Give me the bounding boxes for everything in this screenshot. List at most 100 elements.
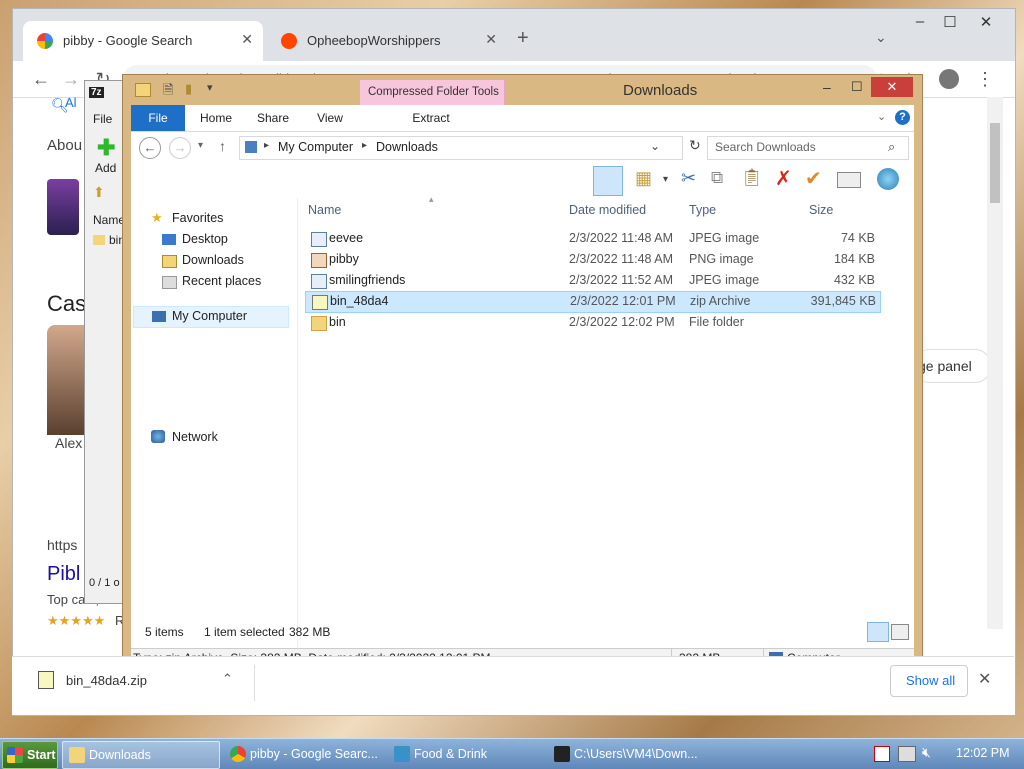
action-center-icon[interactable] bbox=[874, 746, 890, 762]
breadcrumb-my-computer[interactable]: My Computer bbox=[278, 140, 353, 154]
volume-muted-icon[interactable]: 🔇︎ bbox=[922, 744, 931, 761]
page-scrollbar[interactable] bbox=[987, 97, 1003, 629]
tab-search-icon[interactable]: ⌄ bbox=[875, 29, 887, 46]
start-button[interactable]: Start bbox=[2, 741, 58, 769]
sevenzip-col-name[interactable]: Name bbox=[93, 213, 125, 227]
maximize-icon[interactable]: ☐ bbox=[935, 13, 965, 35]
knowledge-panel-button[interactable]: ge panel bbox=[913, 349, 991, 383]
close-download-bar-icon[interactable]: ✕ bbox=[978, 669, 991, 689]
nav-my-computer[interactable]: My Computer bbox=[133, 306, 289, 328]
downloads-folder-icon bbox=[162, 255, 177, 268]
taskbar-item-downloads[interactable]: Downloads bbox=[62, 741, 220, 769]
up-folder-icon[interactable]: ⬆ bbox=[93, 184, 105, 201]
help-icon[interactable]: ? bbox=[895, 110, 910, 125]
sevenzip-file-menu[interactable]: File bbox=[93, 112, 112, 126]
tab-pibby-search[interactable]: pibby - Google Search ✕ bbox=[23, 21, 263, 61]
clock[interactable]: 12:02 PM bbox=[956, 746, 1010, 760]
organize-dropdown-icon[interactable]: ▾ bbox=[663, 174, 668, 185]
sevenzip-logo: 7z bbox=[89, 87, 104, 98]
download-chevron-up-icon[interactable]: ⌃ bbox=[222, 671, 233, 687]
tab-title: OpheebopWorshippers bbox=[307, 33, 441, 48]
column-header-size[interactable]: Size bbox=[809, 198, 833, 222]
forward-icon[interactable]: → bbox=[169, 137, 191, 159]
close-tab-icon[interactable]: ✕ bbox=[485, 31, 497, 48]
folder-options-icon[interactable]: ▦ bbox=[635, 168, 652, 189]
image-file-icon bbox=[311, 232, 327, 247]
search-box[interactable]: Search Downloads ⌕ bbox=[707, 136, 909, 160]
nav-recent-places[interactable]: Recent places bbox=[182, 274, 261, 288]
ribbon-tab-view[interactable]: View bbox=[305, 105, 355, 131]
explorer-titlebar[interactable]: 🗎 ▮ ▾ Compressed Folder Tools Downloads … bbox=[123, 75, 922, 107]
minimize-icon[interactable]: – bbox=[823, 79, 831, 95]
ribbon-tab-share[interactable]: Share bbox=[247, 105, 299, 131]
breadcrumb-downloads[interactable]: Downloads bbox=[376, 140, 438, 154]
close-window-icon[interactable]: ✕ bbox=[971, 13, 1001, 35]
taskbar-item-food-drink[interactable]: Food & Drink bbox=[388, 741, 544, 767]
taskbar-item-7zip[interactable]: C:\Users\VM4\Down... bbox=[548, 741, 704, 767]
network-globe-icon[interactable] bbox=[877, 168, 899, 190]
app-icon bbox=[394, 746, 410, 762]
search-icon[interactable]: ⌕ bbox=[888, 139, 895, 155]
file-row[interactable]: bin 2/3/2022 12:02 PM File folder bbox=[305, 313, 879, 333]
scrollbar-thumb[interactable] bbox=[990, 123, 1000, 203]
column-header-name[interactable]: Name bbox=[308, 198, 341, 222]
tab-reddit[interactable]: OpheebopWorshippers ✕ bbox=[267, 21, 507, 61]
properties-icon[interactable]: 🗎 bbox=[163, 81, 173, 103]
column-header-type[interactable]: Type bbox=[689, 198, 716, 222]
back-icon[interactable]: ← bbox=[139, 137, 161, 159]
nav-favorites[interactable]: Favorites bbox=[172, 211, 223, 225]
address-dropdown-icon[interactable]: ⌄ bbox=[650, 139, 660, 153]
delete-icon[interactable]: ✗ bbox=[775, 166, 792, 191]
pibby-result-link[interactable]: Pibl bbox=[47, 563, 80, 586]
refresh-icon[interactable]: ↻ bbox=[689, 137, 701, 154]
pibby-thumbnail[interactable] bbox=[47, 179, 79, 235]
back-icon[interactable]: ← bbox=[29, 67, 53, 91]
column-header-date[interactable]: Date modified bbox=[569, 198, 646, 222]
close-window-icon[interactable]: ✕ bbox=[871, 77, 913, 97]
preview-pane-icon[interactable] bbox=[593, 166, 623, 196]
profile-avatar[interactable] bbox=[939, 69, 959, 89]
network-tray-icon[interactable] bbox=[898, 746, 916, 762]
minimize-icon[interactable]: – bbox=[905, 13, 935, 35]
rename-icon[interactable] bbox=[837, 172, 861, 188]
file-size: 432 KB bbox=[833, 273, 875, 287]
recent-locations-icon[interactable]: ▾ bbox=[198, 140, 203, 151]
pane-divider[interactable] bbox=[297, 198, 298, 648]
file-row[interactable]: eevee 2/3/2022 11:48 AM JPEG image 74 KB bbox=[305, 229, 879, 249]
breadcrumb-bar[interactable]: ▸ My Computer ▸ Downloads ⌄ bbox=[239, 136, 683, 160]
nav-desktop[interactable]: Desktop bbox=[182, 232, 228, 246]
cut-icon[interactable]: ✂ bbox=[681, 168, 696, 189]
nav-network[interactable]: Network bbox=[172, 430, 218, 444]
ribbon-expand-icon[interactable]: ⌄ bbox=[877, 110, 886, 123]
download-filename[interactable]: bin_48da4.zip bbox=[66, 673, 147, 688]
taskbar-item-chrome[interactable]: pibby - Google Searc... bbox=[224, 741, 380, 767]
new-tab-button[interactable]: + bbox=[517, 27, 529, 50]
file-row[interactable]: pibby 2/3/2022 11:48 AM PNG image 184 KB bbox=[305, 250, 879, 270]
reddit-icon bbox=[281, 33, 297, 49]
sevenzip-status: 0 / 1 o bbox=[89, 577, 120, 589]
contextual-tab-header: Compressed Folder Tools bbox=[359, 79, 505, 107]
large-icons-view-icon[interactable] bbox=[891, 624, 909, 640]
file-row-selected[interactable]: bin_48da4 2/3/2022 12:01 PM zip Archive … bbox=[305, 291, 881, 313]
up-icon[interactable]: ↑ bbox=[219, 138, 226, 154]
show-all-button[interactable]: Show all bbox=[890, 665, 968, 697]
ribbon-tab-home[interactable]: Home bbox=[191, 105, 241, 131]
add-icon[interactable]: ✚ bbox=[97, 135, 115, 161]
file-row[interactable]: smilingfriends 2/3/2022 11:52 AM JPEG im… bbox=[305, 271, 879, 291]
item-count: 5 items bbox=[145, 625, 184, 639]
copy-icon[interactable]: ⧉ bbox=[711, 168, 723, 188]
cast-photo[interactable] bbox=[47, 325, 87, 435]
checkmark-icon[interactable]: ✔ bbox=[805, 166, 822, 191]
forward-icon[interactable]: → bbox=[59, 67, 83, 91]
close-tab-icon[interactable]: ✕ bbox=[241, 31, 253, 48]
nav-downloads[interactable]: Downloads bbox=[182, 253, 244, 267]
menu-dots-icon[interactable]: ⋮ bbox=[973, 67, 997, 91]
quick-access-dropdown-icon[interactable]: ▾ bbox=[207, 81, 213, 94]
new-folder-icon[interactable]: ▮ bbox=[185, 81, 192, 97]
details-view-icon[interactable] bbox=[867, 622, 889, 642]
file-type: PNG image bbox=[689, 252, 754, 266]
ribbon-tab-extract[interactable]: Extract bbox=[361, 105, 501, 131]
maximize-icon[interactable]: ☐ bbox=[851, 79, 863, 95]
ribbon-tab-file[interactable]: File bbox=[131, 105, 185, 131]
paste-icon[interactable]: 📋︎ bbox=[741, 168, 763, 188]
